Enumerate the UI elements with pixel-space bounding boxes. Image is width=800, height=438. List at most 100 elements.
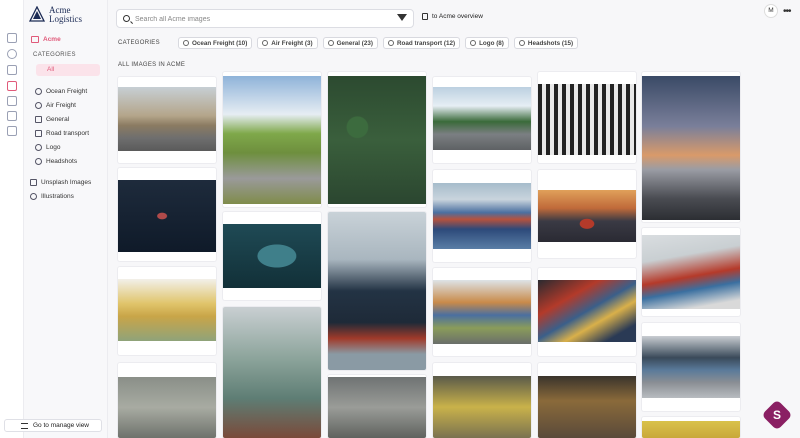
image-card[interactable] bbox=[538, 363, 636, 438]
sidebar-item-road-transport[interactable]: Road transport bbox=[35, 128, 89, 138]
plane-icon bbox=[35, 101, 42, 109]
image-trucks-loading-bay bbox=[328, 377, 426, 438]
image-truck-snowy-mountain bbox=[433, 87, 531, 150]
badge-letter: S bbox=[772, 408, 781, 422]
image-truck-highway-fields bbox=[223, 76, 321, 204]
image-card[interactable] bbox=[433, 77, 531, 163]
image-truck-yard bbox=[118, 377, 216, 438]
sliders-icon bbox=[21, 422, 28, 429]
sidebar: Acme Logistics Acme CATEGORIES All Ocean… bbox=[24, 0, 108, 438]
brand-logo-icon bbox=[29, 6, 45, 22]
logo-icon bbox=[35, 143, 42, 151]
image-icon bbox=[30, 178, 37, 186]
filter-icon[interactable] bbox=[397, 14, 407, 21]
image-card[interactable] bbox=[223, 212, 321, 300]
sidebar-item-label: Road transport bbox=[46, 129, 89, 137]
image-card[interactable] bbox=[118, 168, 216, 261]
chip-ocean-freight[interactable]: Ocean Freight (10) bbox=[178, 37, 253, 49]
image-card[interactable] bbox=[538, 268, 636, 356]
chip-road-transport[interactable]: Road transport (12) bbox=[382, 37, 461, 49]
go-to-manage-view-button[interactable]: Go to manage view bbox=[4, 419, 102, 432]
globe-icon bbox=[35, 87, 42, 95]
file-icon[interactable] bbox=[7, 111, 17, 121]
image-card[interactable] bbox=[642, 417, 740, 438]
chip-headshots[interactable]: Headshots (15) bbox=[513, 37, 579, 49]
image-icon[interactable] bbox=[7, 81, 17, 91]
truck-icon bbox=[387, 40, 394, 46]
image-container-ship-aerial bbox=[223, 224, 321, 288]
sidebar-item-label: Ocean Freight bbox=[46, 87, 88, 95]
image-card[interactable] bbox=[223, 307, 321, 438]
image-tanker-ship bbox=[118, 180, 216, 252]
image-container-terminal bbox=[433, 280, 531, 344]
sidebar-item-label: Logo bbox=[46, 143, 61, 151]
image-container-ship-loaded bbox=[433, 183, 531, 249]
image-card[interactable] bbox=[328, 72, 426, 207]
chip-air-freight[interactable]: Air Freight (3) bbox=[257, 37, 318, 49]
image-card[interactable] bbox=[433, 170, 531, 262]
document-icon[interactable] bbox=[7, 96, 17, 106]
logo-icon bbox=[470, 40, 477, 46]
assistant-badge[interactable]: S bbox=[761, 399, 793, 431]
image-card[interactable] bbox=[328, 375, 426, 438]
flag-icon[interactable] bbox=[7, 65, 17, 75]
user-icon bbox=[518, 40, 525, 46]
chip-general[interactable]: General (23) bbox=[322, 37, 378, 49]
sidebar-item-label: Air Freight bbox=[46, 101, 76, 109]
image-card[interactable] bbox=[538, 72, 636, 163]
image-ship-sunset bbox=[538, 190, 636, 242]
image-card[interactable] bbox=[538, 170, 636, 258]
brand-name: Acme Logistics bbox=[49, 6, 82, 24]
image-container-ship-deck bbox=[538, 280, 636, 342]
image-loading-docks bbox=[642, 336, 740, 398]
sidebar-item-all[interactable]: All bbox=[36, 64, 100, 76]
image-card[interactable] bbox=[223, 72, 321, 207]
image-card[interactable] bbox=[118, 267, 216, 355]
database-icon[interactable] bbox=[7, 33, 17, 43]
sidebar-item-air-freight[interactable]: Air Freight bbox=[35, 100, 76, 110]
categories-label: CATEGORIES bbox=[118, 40, 160, 46]
image-card[interactable] bbox=[433, 363, 531, 438]
library-link[interactable]: Acme bbox=[31, 33, 107, 45]
image-trucks-parked-aerial bbox=[538, 84, 636, 155]
overview-label: to Acme overview bbox=[432, 13, 483, 20]
sidebar-item-label: Headshots bbox=[46, 157, 78, 165]
avatar[interactable]: M bbox=[764, 4, 778, 18]
image-container-stack-yellow bbox=[118, 279, 216, 341]
image-truck-mountain-road bbox=[118, 87, 216, 151]
sidebar-item-illustrations[interactable]: Illustrations bbox=[30, 191, 74, 201]
image-card[interactable] bbox=[433, 268, 531, 356]
library-label: Acme bbox=[43, 35, 61, 43]
chip-logo[interactable]: Logo (8) bbox=[465, 37, 509, 49]
sidebar-item-general[interactable]: General bbox=[35, 114, 69, 124]
sidebar-item-ocean-freight[interactable]: Ocean Freight bbox=[35, 86, 87, 96]
sidebar-item-headshots[interactable]: Headshots bbox=[35, 156, 77, 166]
chip-label: Ocean Freight (10) bbox=[192, 39, 248, 47]
file-text-icon[interactable] bbox=[7, 126, 17, 136]
sidebar-item-unsplash[interactable]: Unsplash Images bbox=[30, 177, 91, 187]
document-icon bbox=[422, 13, 428, 20]
chip-label: Headshots (15) bbox=[527, 39, 574, 47]
image-container-ship-bow bbox=[328, 212, 426, 370]
image-card[interactable] bbox=[642, 323, 740, 411]
categories-heading: CATEGORIES bbox=[33, 52, 76, 58]
icon-rail bbox=[0, 0, 24, 438]
image-card[interactable] bbox=[328, 212, 426, 370]
chip-label: Air Freight (3) bbox=[271, 39, 313, 47]
lightbulb-icon[interactable] bbox=[7, 49, 17, 59]
sidebar-item-logo[interactable]: Logo bbox=[35, 142, 60, 152]
chip-label: General (23) bbox=[336, 39, 373, 47]
globe-icon bbox=[183, 40, 189, 46]
overview-link[interactable]: to Acme overview bbox=[422, 13, 483, 20]
search-input[interactable] bbox=[135, 13, 385, 25]
sidebar-item-label: General bbox=[46, 115, 70, 123]
chip-label: Logo (8) bbox=[479, 39, 504, 47]
image-card[interactable] bbox=[642, 72, 740, 222]
image-partial bbox=[642, 421, 740, 438]
category-chips: Ocean Freight (10) Air Freight (3) Gener… bbox=[178, 37, 579, 49]
image-card[interactable] bbox=[118, 363, 216, 438]
more-menu-icon[interactable]: ••• bbox=[783, 6, 791, 17]
image-card[interactable] bbox=[118, 77, 216, 163]
image-card[interactable] bbox=[642, 228, 740, 316]
image-warehouse-interior bbox=[433, 376, 531, 438]
